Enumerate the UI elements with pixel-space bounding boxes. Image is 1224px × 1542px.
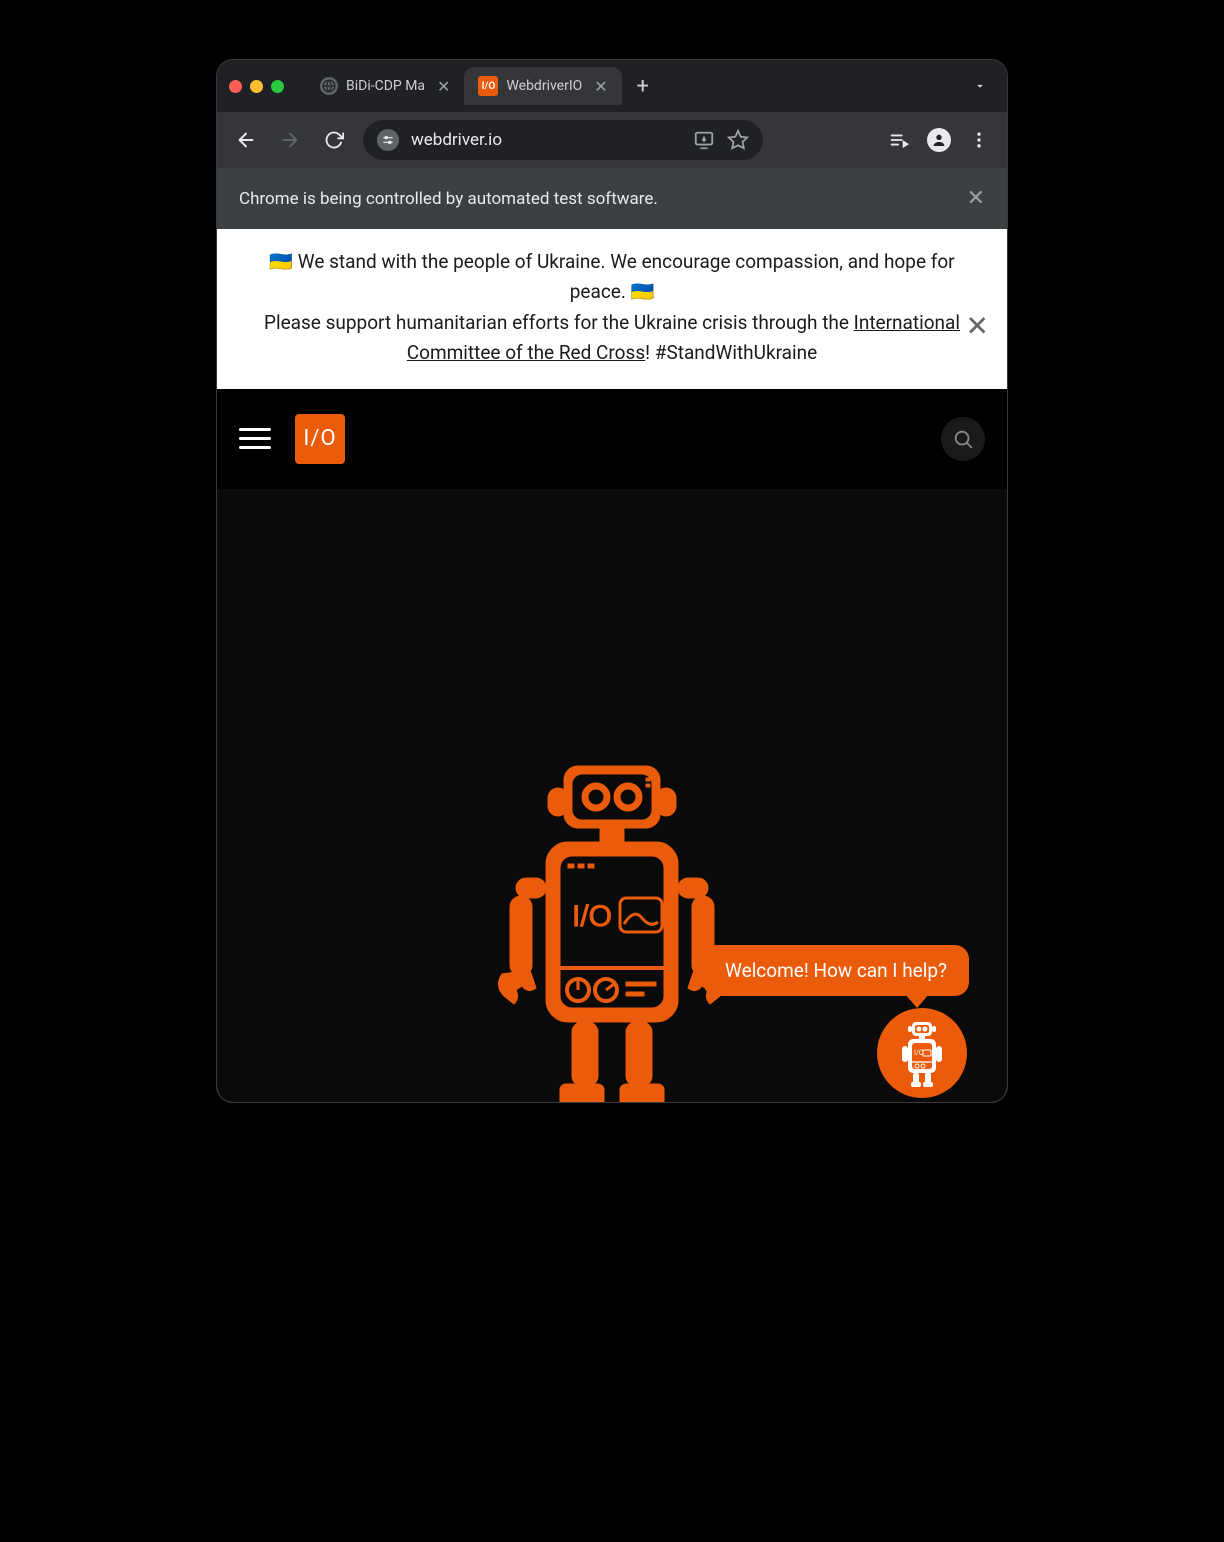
announcement-banner: 🇺🇦 We stand with the people of Ukraine. … (217, 229, 1007, 389)
tab-title: WebdriverIO (506, 78, 582, 94)
tab-inactive[interactable]: BiDi-CDP Ma ✕ (306, 67, 464, 105)
tab-active[interactable]: I/O WebdriverIO ✕ (464, 67, 621, 105)
bookmark-star-icon[interactable] (727, 129, 749, 151)
close-tab-icon[interactable]: ✕ (433, 77, 454, 96)
tab-strip: BiDi-CDP Ma ✕ I/O WebdriverIO ✕ + (306, 67, 957, 105)
reload-button[interactable] (319, 125, 349, 155)
webdriverio-favicon: I/O (478, 76, 498, 96)
close-banner-icon[interactable]: ✕ (966, 304, 989, 349)
site-settings-icon[interactable] (377, 129, 399, 151)
install-app-icon[interactable] (693, 129, 715, 151)
chat-welcome-bubble: Welcome! How can I help? (703, 945, 969, 996)
profile-avatar[interactable] (927, 128, 951, 152)
site-header: I/O (217, 389, 1007, 489)
infobar-message: Chrome is being controlled by automated … (239, 189, 658, 209)
toolbar: webdriver.io (217, 112, 1007, 168)
banner-line-1: 🇺🇦 We stand with the people of Ukraine. … (257, 247, 967, 308)
titlebar: BiDi-CDP Ma ✕ I/O WebdriverIO ✕ + (217, 60, 1007, 112)
close-window-button[interactable] (229, 80, 242, 93)
svg-text:I/O: I/O (572, 900, 612, 933)
more-menu-icon[interactable] (965, 126, 993, 154)
minimize-window-button[interactable] (250, 80, 263, 93)
toolbar-right (885, 126, 993, 154)
robot-image: I/O (442, 748, 782, 1102)
hero-section: I/O (217, 489, 1007, 1102)
tab-list-dropdown[interactable] (965, 71, 995, 101)
close-tab-icon[interactable]: ✕ (590, 77, 611, 96)
hamburger-menu-button[interactable] (239, 428, 271, 449)
media-control-icon[interactable] (885, 126, 913, 154)
maximize-window-button[interactable] (271, 80, 284, 93)
chatbot-launcher-button[interactable]: I/O (877, 1008, 967, 1098)
page-content: 🇺🇦 We stand with the people of Ukraine. … (217, 229, 1007, 1102)
svg-text:I/O: I/O (914, 1049, 924, 1057)
browser-window: BiDi-CDP Ma ✕ I/O WebdriverIO ✕ + (217, 60, 1007, 1102)
close-icon[interactable]: ✕ (967, 186, 985, 211)
globe-icon (320, 77, 338, 95)
window-controls (229, 80, 284, 93)
automation-infobar: Chrome is being controlled by automated … (217, 168, 1007, 229)
webdriverio-logo[interactable]: I/O (295, 414, 345, 464)
forward-button[interactable] (275, 125, 305, 155)
address-bar[interactable]: webdriver.io (363, 120, 763, 160)
tab-title: BiDi-CDP Ma (346, 78, 425, 94)
search-button[interactable] (941, 417, 985, 461)
banner-line-2: Please support humanitarian efforts for … (257, 308, 967, 369)
url-text: webdriver.io (411, 130, 681, 150)
new-tab-button[interactable]: + (628, 71, 658, 101)
back-button[interactable] (231, 125, 261, 155)
